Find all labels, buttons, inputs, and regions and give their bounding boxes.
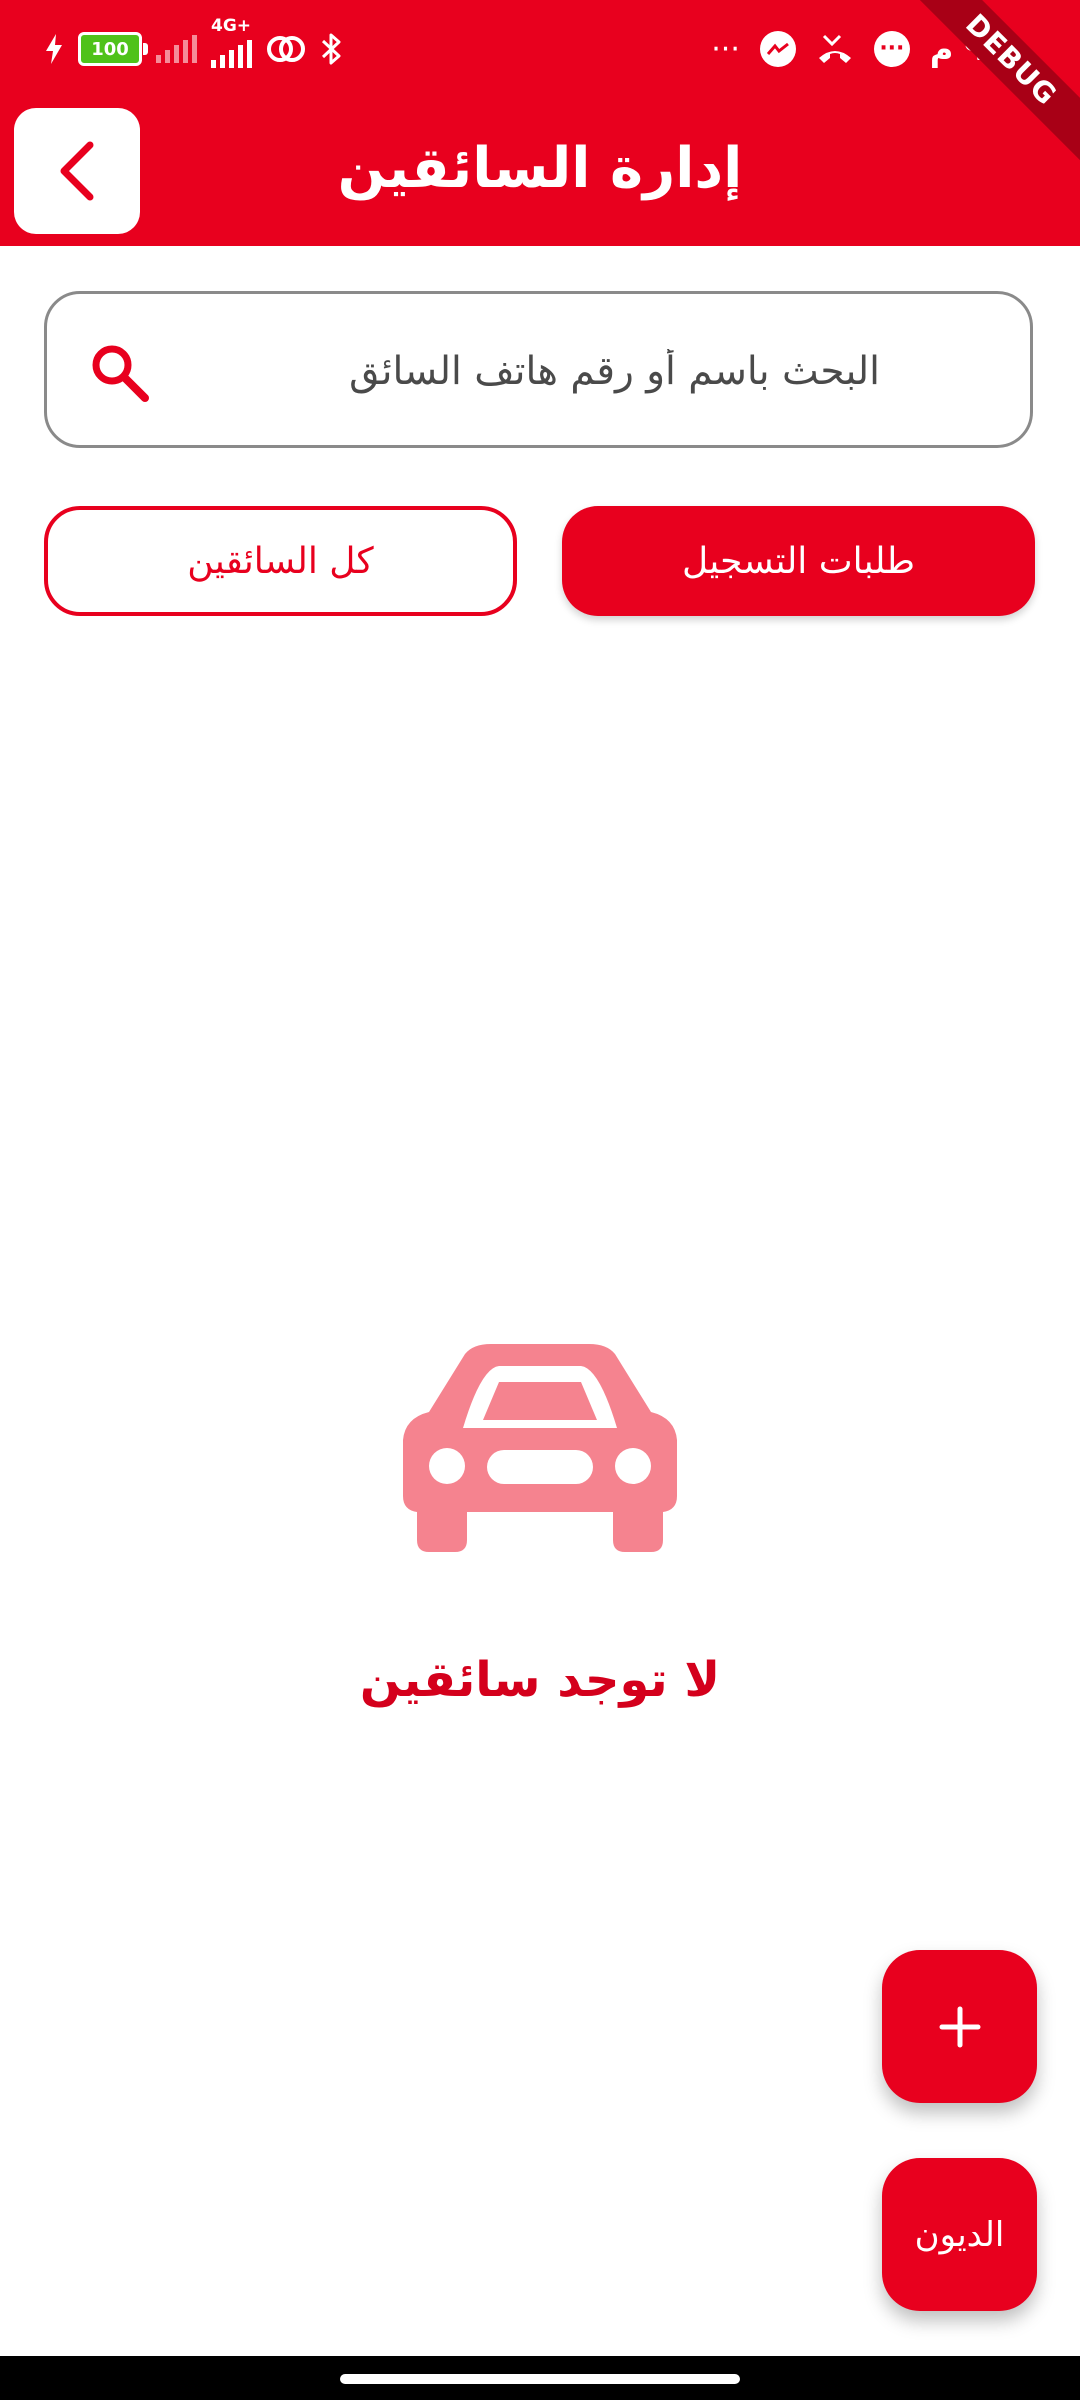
mobile-data-icon: 4G+: [211, 16, 252, 68]
missed-call-icon: [818, 34, 851, 63]
car-icon: [403, 1344, 677, 1552]
battery-level: 100: [91, 38, 129, 60]
hotspot-icon: [267, 36, 305, 62]
network-type: 4G+: [211, 16, 252, 36]
battery-icon: 100: [78, 32, 148, 66]
search-field[interactable]: [44, 291, 1033, 448]
tab-all-drivers[interactable]: كل السائقين: [44, 506, 517, 616]
status-bar: 100 4G+ ··· ··· م: [0, 0, 1080, 100]
charging-bolt-icon: [46, 34, 62, 64]
tab-all-drivers-label: كل السائقين: [187, 540, 374, 582]
navigation-bar: [0, 2356, 1080, 2400]
search-input[interactable]: [100, 334, 880, 408]
signal-icon: [156, 35, 197, 63]
overflow-dots: ···: [711, 31, 740, 67]
debts-button[interactable]: الديون: [882, 2158, 1037, 2311]
driver-management-screen: 100 4G+ ··· ··· م DEBUG إدارة السائقين ا…: [0, 0, 1080, 2400]
empty-state: لا توجد سائقين: [0, 1340, 1080, 1708]
plus-icon: [939, 2006, 980, 2047]
status-bar-right: ··· ··· ٩ م: [711, 30, 984, 68]
debts-button-label: الديون: [914, 2214, 1005, 2255]
add-driver-button[interactable]: [882, 1950, 1037, 2103]
app-header: 100 4G+ ··· ··· م DEBUG إدارة السائقين: [0, 0, 1080, 246]
tab-registration-requests[interactable]: طلبات التسجيل: [562, 506, 1035, 616]
tab-registration-requests-label: طلبات التسجيل: [681, 540, 916, 582]
status-bar-left: 100 4G+: [44, 16, 344, 68]
search-icon[interactable]: [87, 340, 153, 406]
home-indicator[interactable]: [340, 2374, 740, 2384]
chat-icon: ···: [873, 31, 910, 67]
page-title: إدارة السائقين: [337, 136, 743, 201]
empty-message: لا توجد سائقين: [359, 1652, 721, 1708]
bluetooth-icon: [321, 33, 341, 65]
messenger-icon: [759, 31, 796, 67]
